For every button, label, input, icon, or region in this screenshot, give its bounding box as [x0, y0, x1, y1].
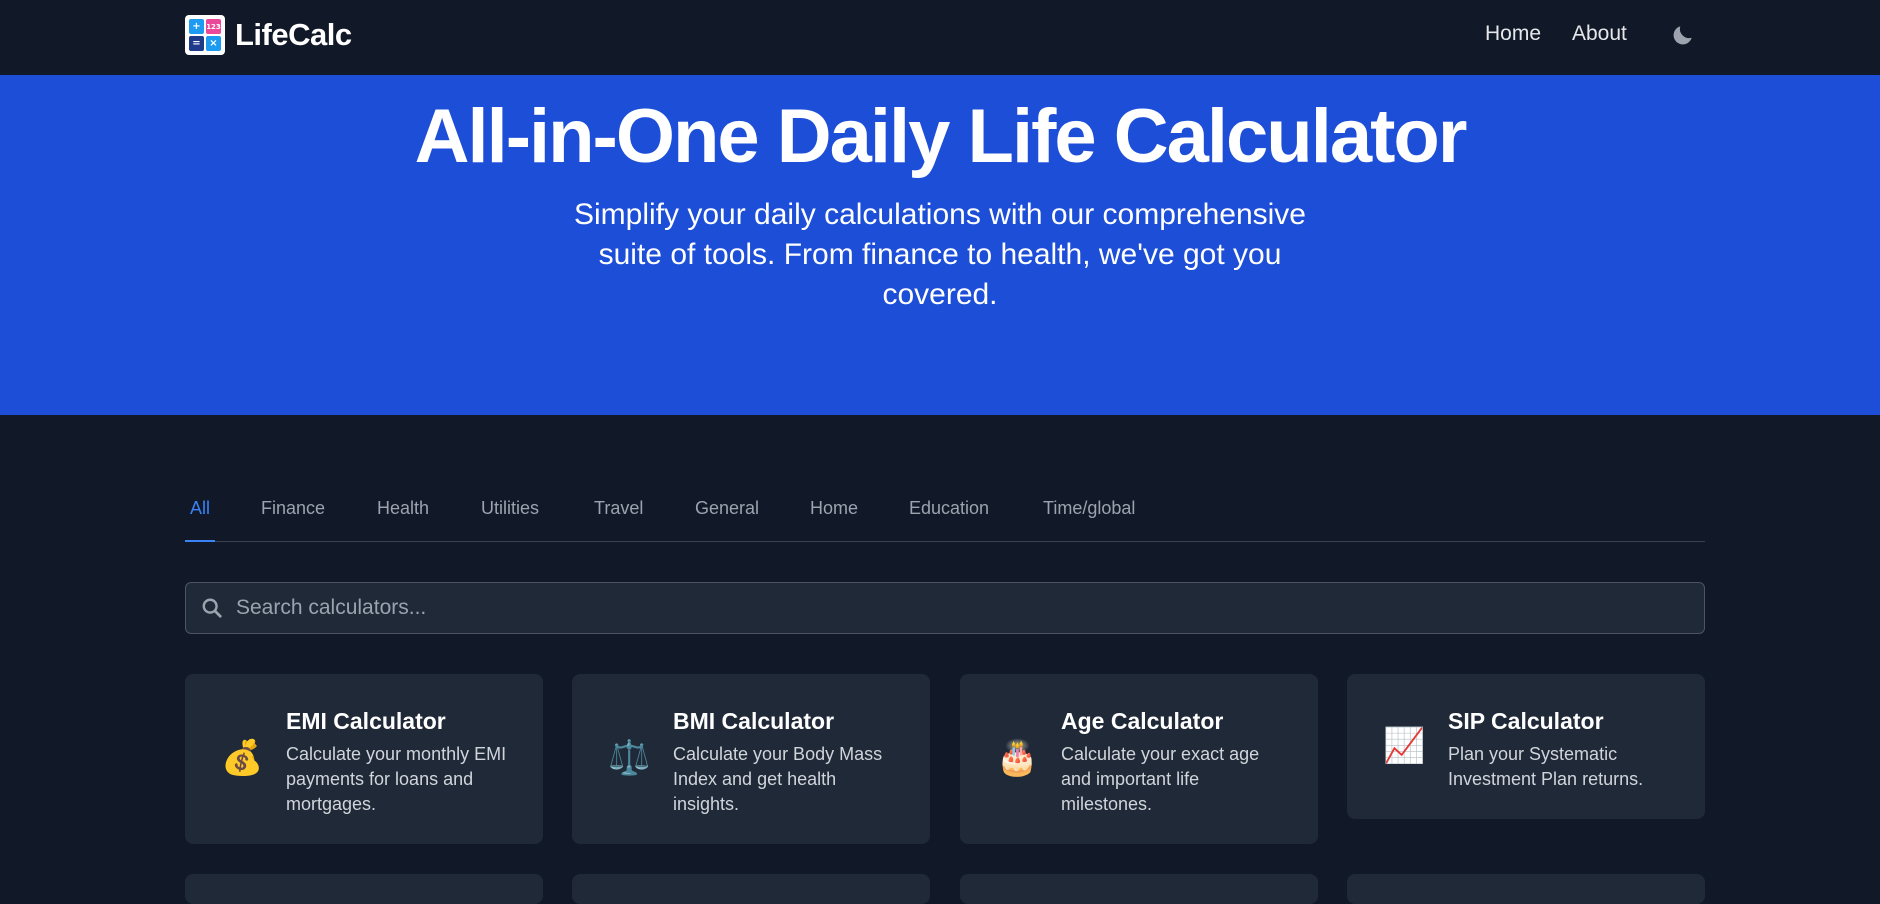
tab-education[interactable]: Education [909, 498, 989, 542]
hero-section: All-in-One Daily Life Calculator Simplif… [0, 75, 1880, 415]
hero-subtitle: Simplify your daily calculations with ou… [574, 198, 1306, 311]
search-bar [185, 582, 1705, 634]
tab-finance[interactable]: Finance [261, 498, 325, 542]
card-description: Plan your Systematic Investment Plan ret… [1448, 744, 1644, 789]
card-next-row[interactable] [1347, 874, 1705, 904]
card-title: SIP Calculator [1448, 708, 1604, 734]
tab-travel[interactable]: Travel [594, 498, 643, 542]
card-emi-calculator[interactable]: 💰 EMI Calculator Calculate your monthly … [185, 674, 543, 844]
brand-name: LifeCalc [235, 17, 352, 52]
card-title: EMI Calculator [286, 708, 446, 734]
tab-general[interactable]: General [695, 498, 759, 542]
chart-increasing-icon: 📈 [1383, 727, 1426, 765]
navbar: + 123 = × LifeCalc Home About [0, 0, 1880, 75]
card-next-row[interactable] [185, 874, 543, 904]
logo-equals: = [189, 36, 204, 51]
search-input[interactable] [236, 583, 1686, 633]
nav-home-link[interactable]: Home [1485, 22, 1541, 46]
search-icon [202, 598, 222, 618]
card-age-calculator[interactable]: 🎂 Age Calculator Calculate your exact ag… [960, 674, 1318, 844]
logo-plus: + [189, 19, 204, 34]
hero-title: All-in-One Daily Life Calculator [414, 94, 1468, 179]
moon-icon [1673, 26, 1692, 45]
card-description: Calculate your exact age and important l… [1061, 744, 1260, 814]
logo-123: 123 [206, 19, 221, 34]
card-sip-calculator[interactable]: 📈 SIP Calculator Plan your Systematic In… [1347, 674, 1705, 819]
brand[interactable]: + 123 = × LifeCalc [185, 15, 352, 55]
tab-health[interactable]: Health [377, 498, 429, 542]
balance-scale-icon: ⚖️ [608, 739, 651, 777]
nav-about-link[interactable]: About [1572, 22, 1627, 46]
card-next-row[interactable] [572, 874, 930, 904]
theme-toggle-button[interactable] [1668, 20, 1698, 50]
tab-time-global[interactable]: Time/global [1043, 498, 1135, 542]
card-title: BMI Calculator [673, 708, 835, 734]
calculator-logo-icon: + 123 = × [185, 15, 225, 55]
card-title: Age Calculator [1061, 708, 1224, 734]
tab-all[interactable]: All [185, 498, 216, 542]
card-description: Calculate your Body Mass Index and get h… [673, 744, 883, 814]
birthday-cake-icon: 🎂 [996, 739, 1039, 777]
money-bag-icon: 💰 [221, 739, 264, 777]
card-bmi-calculator[interactable]: ⚖️ BMI Calculator Calculate your Body Ma… [572, 674, 930, 844]
card-next-row[interactable] [960, 874, 1318, 904]
logo-times: × [206, 36, 221, 51]
card-description: Calculate your monthly EMI payments for … [286, 744, 507, 814]
tab-utilities[interactable]: Utilities [481, 498, 539, 542]
category-tabs: All Finance Health Utilities Travel Gene… [185, 490, 1705, 542]
tab-home[interactable]: Home [810, 498, 858, 542]
